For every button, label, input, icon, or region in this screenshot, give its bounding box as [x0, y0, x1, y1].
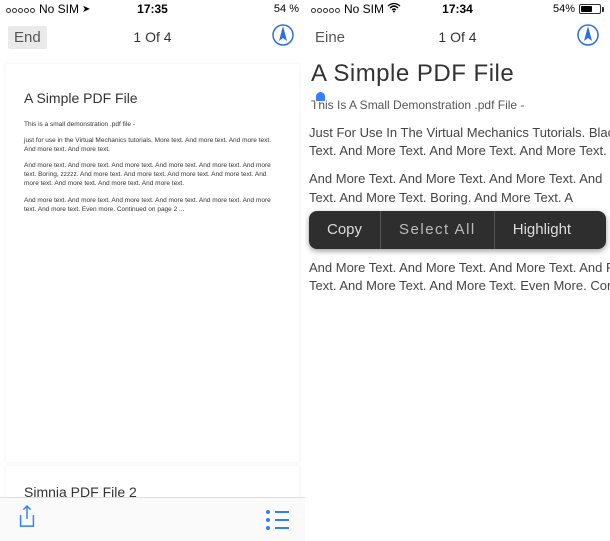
highlight-button[interactable]: Highlight: [495, 211, 589, 249]
cell-signal-icon: [311, 2, 341, 16]
cell-signal-icon: [6, 2, 36, 16]
battery-percent: 54%: [553, 3, 575, 15]
list-icon[interactable]: [266, 510, 289, 530]
pdf-page-1[interactable]: A Simple PDF File This is a small demons…: [6, 64, 299, 462]
status-bar: No SIM ➤ 17:35 54 %: [0, 0, 305, 18]
text-line: Just For Use In The Virtual Mechanics Tu…: [309, 124, 610, 142]
nav-bar: End 1 Of 4: [0, 18, 305, 56]
page-indicator: 1 Of 4: [133, 29, 171, 45]
wifi-icon: [387, 2, 401, 16]
status-time: 17:35: [137, 2, 168, 16]
pdf-paragraph-zoomed[interactable]: And More Text. And More Text. And More T…: [309, 259, 610, 295]
share-icon[interactable]: [16, 504, 38, 535]
pdf-paragraph: And more text. And more text. And more t…: [24, 196, 281, 214]
select-all-button[interactable]: Select All: [381, 211, 495, 249]
pdf-heading-zoomed: A Simple PDF File: [305, 56, 610, 96]
pdf-paragraph: This is a small demonstration .pdf file …: [24, 120, 281, 129]
carrier-label: No SIM: [344, 2, 384, 16]
app-logo-icon[interactable]: [271, 23, 295, 52]
doc-title-truncated[interactable]: End: [8, 26, 47, 49]
location-arrow-icon: ➤: [82, 4, 90, 15]
pdf-paragraph-zoomed[interactable]: And More Text. And More Text. And More T…: [309, 170, 610, 206]
pdf-paragraph-zoomed[interactable]: Just For Use In The Virtual Mechanics Tu…: [309, 124, 610, 160]
selected-text-line[interactable]: This Is A Small Demonstration .pdf File …: [305, 96, 610, 114]
text-line: Text. And More Text. And More Text. And …: [309, 142, 610, 160]
battery-percent: 54 %: [274, 3, 299, 15]
page-indicator: 1 Of 4: [438, 29, 476, 45]
text-line: And More Text. And More Text. And More T…: [309, 259, 610, 277]
doc-title-truncated[interactable]: Eine: [313, 26, 351, 49]
pdf-paragraph: just for use in the Virtual Mechanics tu…: [24, 136, 281, 154]
app-logo-icon[interactable]: [576, 23, 600, 52]
carrier-label: No SIM: [39, 2, 79, 16]
status-time: 17:34: [442, 2, 473, 16]
text-line: And More Text. And More Text. And More T…: [309, 170, 610, 188]
pdf-body: This is a small demonstration .pdf file …: [24, 120, 281, 214]
text-line: Text. And More Text. And More Text. Even…: [309, 277, 610, 295]
text-line: Text. And More Text. Boring. And More Te…: [309, 189, 610, 207]
battery-icon: [579, 4, 604, 14]
pdf-heading: A Simple PDF File: [24, 90, 281, 106]
bottom-toolbar: [0, 497, 305, 541]
pdf-paragraph: And more text. And more text. And more t…: [24, 161, 281, 188]
status-bar: No SIM 17:34 54%: [305, 0, 610, 18]
nav-bar: Eine 1 Of 4: [305, 18, 610, 56]
text-selection-popup: Copy Select All Highlight: [309, 211, 606, 249]
copy-button[interactable]: Copy: [309, 211, 381, 249]
